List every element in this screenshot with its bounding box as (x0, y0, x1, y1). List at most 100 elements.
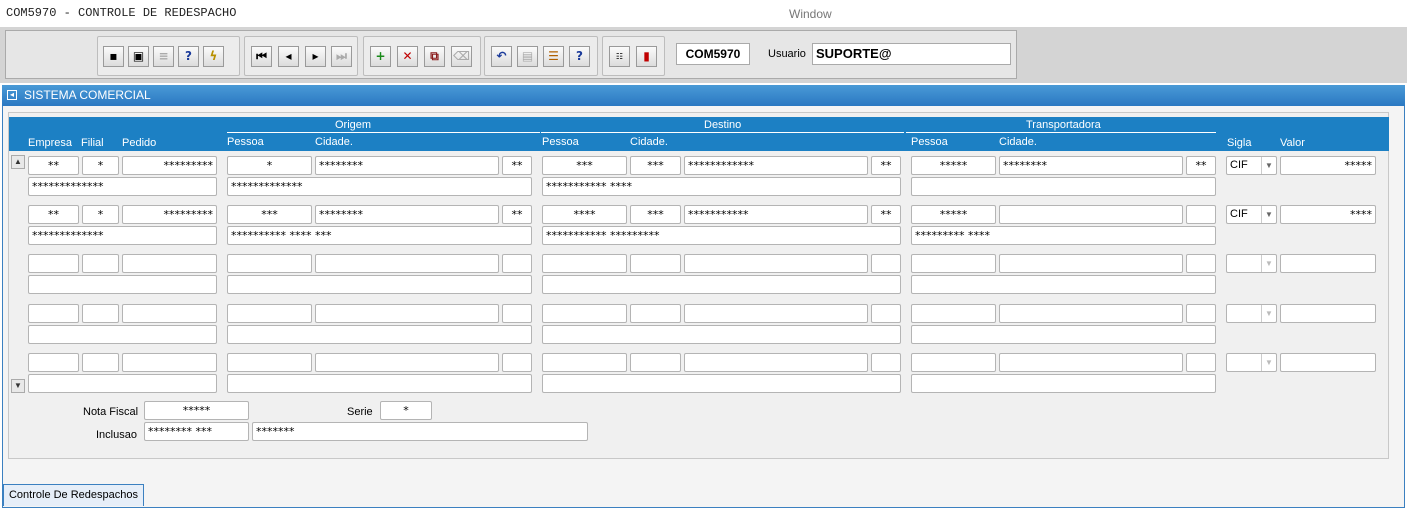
sigla-select[interactable]: CIF ▼ (1226, 156, 1277, 175)
first-record-icon[interactable]: ⏮ (251, 46, 272, 67)
valor-field[interactable]: **** (1280, 205, 1376, 224)
next-record-icon[interactable]: ▸ (305, 46, 326, 67)
origem-uf-field[interactable]: ** (502, 156, 532, 175)
destino-pessoa-field[interactable] (542, 304, 627, 323)
origem-uf-field[interactable] (502, 254, 532, 273)
exit-icon[interactable]: ▮ (636, 46, 657, 67)
duplicate-record-icon[interactable]: ⧉ (424, 46, 445, 67)
destino-nome-field[interactable] (542, 374, 901, 393)
transp-nome-field[interactable] (911, 374, 1216, 393)
empresa-field[interactable] (28, 304, 79, 323)
transp-uf-field[interactable] (1186, 353, 1216, 372)
inclusao-date-field[interactable]: ******** *** (144, 422, 249, 441)
empresa-field[interactable]: ** (28, 156, 79, 175)
filial-field[interactable]: * (82, 156, 119, 175)
empresa-field[interactable] (28, 254, 79, 273)
transp-pessoa-field[interactable] (911, 353, 996, 372)
previous-record-icon[interactable]: ◂ (278, 46, 299, 67)
chevron-down-icon[interactable]: ▼ (1261, 255, 1276, 272)
destino-nome-field[interactable]: *********** **** (542, 177, 901, 196)
transp-nome-field[interactable]: ********* **** (911, 226, 1216, 245)
transp-nome-field[interactable] (911, 275, 1216, 294)
valor-field[interactable] (1280, 304, 1376, 323)
origem-nome-field[interactable] (227, 275, 532, 294)
window-menu[interactable]: Window (789, 7, 832, 21)
origem-cidade-field[interactable] (315, 304, 499, 323)
transp-cidade-field[interactable]: ******** (999, 156, 1183, 175)
clipboard-icon[interactable]: ▤ (517, 46, 538, 67)
transp-nome-field[interactable] (911, 325, 1216, 344)
destino-cidade-field[interactable]: ************ (684, 156, 868, 175)
pedido-field[interactable] (122, 304, 217, 323)
help-icon[interactable]: ? (569, 46, 590, 67)
destino-nome-field[interactable] (542, 275, 901, 294)
destino-pessoa-field[interactable]: *** (542, 156, 627, 175)
destino-uf-field[interactable] (871, 304, 901, 323)
chevron-down-icon[interactable]: ▼ (1261, 354, 1276, 371)
empresa-nome-field[interactable]: ************* (28, 177, 217, 196)
destino-pessoa-field[interactable]: **** (542, 205, 627, 224)
valor-field[interactable]: ***** (1280, 156, 1376, 175)
serie-field[interactable]: * (380, 401, 432, 420)
destino-nome-field[interactable] (542, 325, 901, 344)
destino-pessoa-field[interactable] (542, 254, 627, 273)
destino-pessoa-field[interactable] (542, 353, 627, 372)
delete-record-icon[interactable]: ✕ (397, 46, 418, 67)
origem-pessoa-field[interactable]: *** (227, 205, 312, 224)
pedido-field[interactable]: ********* (122, 205, 217, 224)
destino-codigo-field[interactable] (630, 304, 681, 323)
transp-uf-field[interactable] (1186, 205, 1216, 224)
inclusao-user-field[interactable]: ******* (252, 422, 588, 441)
empresa-nome-field[interactable]: ************* (28, 226, 217, 245)
origem-uf-field[interactable] (502, 353, 532, 372)
transp-pessoa-field[interactable]: ***** (911, 205, 996, 224)
transp-pessoa-field[interactable] (911, 304, 996, 323)
query-help-icon[interactable]: ? (178, 46, 199, 67)
pedido-field[interactable]: ********* (122, 156, 217, 175)
filial-field[interactable]: * (82, 205, 119, 224)
destino-cidade-field[interactable] (684, 353, 868, 372)
filial-field[interactable] (82, 304, 119, 323)
origem-pessoa-field[interactable] (227, 353, 312, 372)
destino-codigo-field[interactable]: *** (630, 205, 681, 224)
empresa-field[interactable] (28, 353, 79, 372)
print-icon[interactable]: ≡ (153, 46, 174, 67)
grid-scrollbar[interactable]: ▲ ▼ (11, 155, 25, 393)
origem-nome-field[interactable]: ********** **** *** (227, 226, 532, 245)
transp-uf-field[interactable] (1186, 254, 1216, 273)
nota-fiscal-field[interactable]: ***** (144, 401, 249, 420)
origem-cidade-field[interactable]: ******** (315, 156, 499, 175)
destino-uf-field[interactable]: ** (871, 205, 901, 224)
origem-pessoa-field[interactable]: * (227, 156, 312, 175)
origem-nome-field[interactable] (227, 374, 532, 393)
tab-controle-redespachos[interactable]: Controle De Redespachos (3, 484, 144, 506)
transp-cidade-field[interactable] (999, 205, 1183, 224)
transp-pessoa-field[interactable]: ***** (911, 156, 996, 175)
destino-cidade-field[interactable] (684, 254, 868, 273)
transp-cidade-field[interactable] (999, 353, 1183, 372)
origem-cidade-field[interactable] (315, 254, 499, 273)
destino-codigo-field[interactable] (630, 353, 681, 372)
pedido-field[interactable] (122, 254, 217, 273)
origem-uf-field[interactable]: ** (502, 205, 532, 224)
chevron-down-icon[interactable]: ▼ (1261, 206, 1276, 223)
clear-record-icon[interactable]: ⌫ (451, 46, 472, 67)
origem-cidade-field[interactable]: ******** (315, 205, 499, 224)
origem-pessoa-field[interactable] (227, 254, 312, 273)
origem-nome-field[interactable] (227, 325, 532, 344)
destino-nome-field[interactable]: *********** ********* (542, 226, 901, 245)
sigla-select[interactable]: ▼ (1226, 304, 1277, 323)
window-icon[interactable]: ◂ (7, 90, 17, 100)
valor-field[interactable] (1280, 353, 1376, 372)
scroll-up-icon[interactable]: ▲ (11, 155, 25, 169)
sigla-select[interactable]: ▼ (1226, 353, 1277, 372)
sigla-select[interactable]: ▼ (1226, 254, 1277, 273)
undo-icon[interactable]: ↶ (491, 46, 512, 67)
last-record-icon[interactable]: ⏭ (331, 46, 352, 67)
destino-uf-field[interactable] (871, 353, 901, 372)
pedido-field[interactable] (122, 353, 217, 372)
empresa-nome-field[interactable] (28, 275, 217, 294)
empresa-nome-field[interactable] (28, 374, 217, 393)
transp-pessoa-field[interactable] (911, 254, 996, 273)
valor-field[interactable] (1280, 254, 1376, 273)
